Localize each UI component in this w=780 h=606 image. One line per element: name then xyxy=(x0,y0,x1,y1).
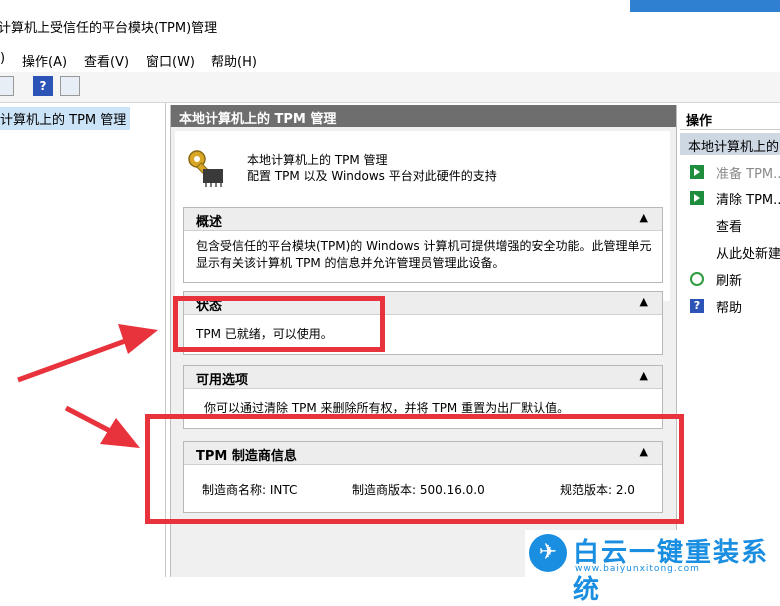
brand-watermark: ✈ 白云一键重装系统 www.baiyunxitong.com xyxy=(525,530,780,605)
arrow-to-manufacturer xyxy=(64,405,140,448)
brand-url: www.baiyunxitong.com xyxy=(575,564,700,574)
annotation-arrows xyxy=(17,324,158,448)
bird-logo-icon: ✈ xyxy=(529,534,567,572)
arrow-to-status xyxy=(17,324,158,383)
